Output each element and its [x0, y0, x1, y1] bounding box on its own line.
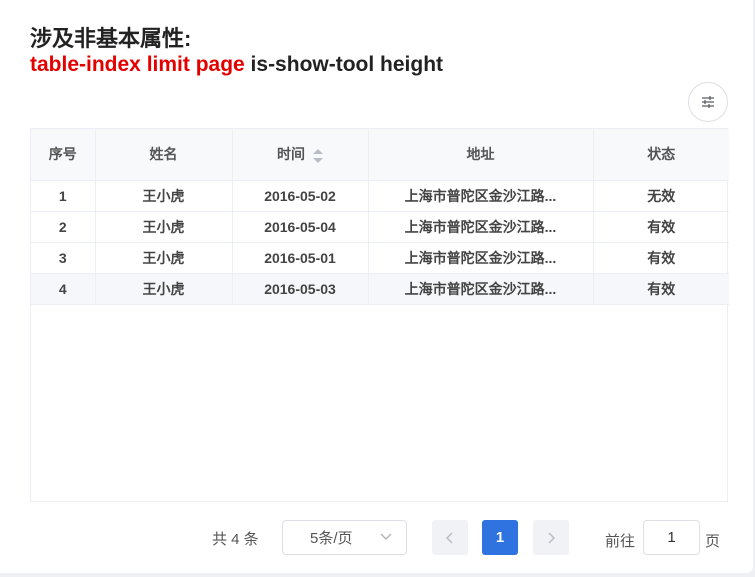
page-size-value: 5条/页	[310, 530, 353, 547]
cell-index: 3	[31, 242, 96, 274]
cell-index: 1	[31, 180, 96, 212]
column-header-time-label: 时间	[277, 146, 305, 163]
title-props-highlight: table-index limit page	[30, 53, 245, 76]
cell-status: 有效	[593, 211, 729, 243]
goto-page-input[interactable]	[643, 520, 700, 555]
column-header-name: 姓名	[95, 129, 233, 181]
page-size-select[interactable]: 5条/页	[282, 520, 407, 555]
cell-status: 有效	[593, 273, 729, 305]
cell-address: 上海市普陀区金沙江路...	[368, 242, 594, 274]
title-line-2: table-index limit page is-show-tool heig…	[30, 52, 443, 78]
table-row[interactable]: 4 王小虎 2016-05-03 上海市普陀区金沙江路... 有效	[31, 273, 729, 305]
page-number-button[interactable]: 1	[482, 520, 518, 555]
title-line-1: 涉及非基本属性:	[30, 26, 192, 51]
chevron-right-icon	[548, 531, 555, 544]
sliders-icon	[702, 96, 714, 108]
sort-caret-icon[interactable]	[313, 148, 323, 163]
column-header-time[interactable]: 时间	[232, 129, 369, 181]
cell-time: 2016-05-02	[232, 180, 369, 212]
pagination-total: 共 4 条	[212, 531, 259, 548]
cell-index: 4	[31, 273, 96, 305]
cell-name: 王小虎	[95, 273, 233, 305]
page-title: 涉及非基本属性: table-index limit page is-show-…	[30, 26, 443, 78]
column-settings-button[interactable]	[688, 82, 728, 122]
title-props-rest: is-show-tool height	[244, 53, 444, 76]
cell-address: 上海市普陀区金沙江路...	[368, 273, 594, 305]
table-row[interactable]: 3 王小虎 2016-05-01 上海市普陀区金沙江路... 有效	[31, 242, 729, 274]
cell-time: 2016-05-04	[232, 211, 369, 243]
pagination: 共 4 条 5条/页 1 前往 页	[0, 520, 753, 555]
column-header-status: 状态	[593, 129, 729, 181]
cell-address: 上海市普陀区金沙江路...	[368, 211, 594, 243]
card: 涉及非基本属性: table-index limit page is-show-…	[0, 0, 753, 573]
column-header-address: 地址	[368, 129, 594, 181]
table-row[interactable]: 2 王小虎 2016-05-04 上海市普陀区金沙江路... 有效	[31, 211, 729, 243]
cell-time: 2016-05-03	[232, 273, 369, 305]
column-header-index: 序号	[31, 129, 96, 181]
cell-status: 有效	[593, 242, 729, 274]
prev-page-button[interactable]	[432, 520, 468, 555]
goto-label: 前往	[605, 533, 636, 550]
chevron-down-icon	[380, 533, 392, 540]
chevron-left-icon	[446, 531, 453, 544]
goto-suffix: 页	[705, 533, 721, 550]
cell-address: 上海市普陀区金沙江路...	[368, 180, 594, 212]
next-page-button[interactable]	[533, 520, 569, 555]
table-header-row: 序号 姓名 时间 地址 状态	[31, 129, 729, 181]
cell-name: 王小虎	[95, 211, 233, 243]
cell-name: 王小虎	[95, 242, 233, 274]
table-row[interactable]: 1 王小虎 2016-05-02 上海市普陀区金沙江路... 无效	[31, 180, 729, 212]
cell-name: 王小虎	[95, 180, 233, 212]
cell-status: 无效	[593, 180, 729, 212]
cell-index: 2	[31, 211, 96, 243]
data-table: 序号 姓名 时间 地址 状态 1 王小虎 2016-05-02 上海市普陀区金沙…	[30, 128, 729, 502]
cell-time: 2016-05-01	[232, 242, 369, 274]
